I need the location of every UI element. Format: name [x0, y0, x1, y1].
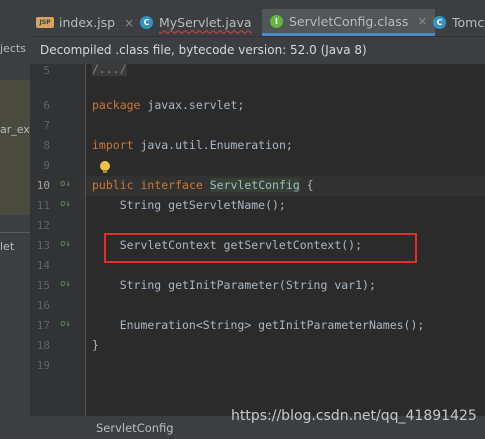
- code-line-7: package javax.servlet;: [92, 98, 244, 112]
- jsp-file-icon: JSP: [36, 17, 54, 28]
- close-icon[interactable]: ×: [417, 14, 427, 28]
- java-class-icon: C: [140, 16, 153, 29]
- code-line-5: /.../: [92, 62, 127, 76]
- line-number: 17: [36, 319, 50, 332]
- line-number: 14: [36, 259, 50, 272]
- implemented-marker-icon[interactable]: o↓: [60, 279, 71, 289]
- code-line-18: }: [92, 338, 99, 352]
- keyword: import: [92, 138, 134, 152]
- line-number: 6: [43, 99, 50, 112]
- folded-region[interactable]: /.../: [92, 62, 127, 76]
- line-number-gutter[interactable]: 5 6 7 8 9 10 o↓ 11 o↓ 12 13 o↓ 14 15 o↓ …: [30, 64, 86, 416]
- implemented-marker-icon[interactable]: o↓: [60, 179, 71, 189]
- tab-label: MyServlet.java: [159, 15, 252, 30]
- project-tree-selection: [0, 80, 30, 215]
- line-number: 12: [36, 219, 50, 232]
- java-class-icon: C: [433, 16, 446, 29]
- project-tree-item[interactable]: ar_exp: [0, 123, 30, 136]
- decompiled-notice-banner: Decompiled .class file, bytecode version…: [30, 37, 485, 64]
- panel-divider: [0, 232, 30, 233]
- close-icon[interactable]: ×: [124, 16, 134, 30]
- project-panel[interactable]: jects ar_exp let: [0, 0, 30, 439]
- interface-icon: I: [270, 14, 283, 28]
- editor-tab-bar: JSP index.jsp × C MyServlet.java × I Ser…: [30, 0, 485, 37]
- implemented-marker-icon[interactable]: o↓: [60, 239, 71, 249]
- code-line-17: Enumeration<String> getInitParameterName…: [92, 318, 425, 332]
- line-number: 11: [36, 199, 50, 212]
- line-number: 15: [36, 279, 50, 292]
- tab-servletconfig-class[interactable]: I ServletConfig.class ×: [262, 9, 436, 36]
- line-number-current: 10: [36, 179, 50, 192]
- tab-label: index.jsp: [59, 15, 116, 30]
- line-number: 18: [36, 339, 50, 352]
- keyword: interface: [140, 178, 203, 192]
- watermark-text: https://blog.csdn.net/qq_41891425: [231, 408, 477, 424]
- tab-label: Tomca: [452, 15, 485, 30]
- line-number: 7: [43, 119, 50, 132]
- tab-index-jsp[interactable]: JSP index.jsp ×: [36, 9, 134, 36]
- code-line-15: String getInitParameter(String var1);: [92, 278, 376, 292]
- banner-text: Decompiled .class file, bytecode version…: [40, 43, 367, 57]
- lightbulb-icon[interactable]: [100, 161, 110, 173]
- keyword: package: [92, 98, 141, 112]
- tab-label: ServletConfig.class: [289, 13, 409, 29]
- highlight-annotation-box: [104, 233, 417, 263]
- code-line-11: String getServletName();: [92, 198, 286, 212]
- project-tree-item[interactable]: jects: [0, 42, 26, 55]
- code-line-10: public interface ServletConfig {: [92, 178, 314, 192]
- tab-tomcat[interactable]: C Tomca: [433, 9, 485, 36]
- line-number: 13: [36, 239, 50, 252]
- code-line-9: import java.util.Enumeration;: [92, 138, 293, 152]
- implemented-marker-icon[interactable]: o↓: [60, 319, 71, 329]
- keyword: public: [92, 178, 134, 192]
- line-number: 5: [43, 64, 50, 77]
- implemented-marker-icon[interactable]: o↓: [60, 199, 71, 209]
- brace: {: [299, 178, 314, 192]
- package-name: javax.servlet;: [140, 98, 245, 112]
- project-tree-item[interactable]: let: [0, 240, 14, 253]
- line-number: 9: [43, 159, 50, 172]
- breadcrumb-item[interactable]: ServletConfig: [96, 421, 174, 435]
- line-number: 8: [43, 139, 50, 152]
- import-name: java.util.Enumeration;: [133, 138, 293, 152]
- line-number: 19: [36, 359, 50, 372]
- tab-myservlet-java[interactable]: C MyServlet.java ×: [140, 9, 271, 36]
- line-number: 16: [36, 299, 50, 312]
- interface-name: ServletConfig: [209, 178, 300, 192]
